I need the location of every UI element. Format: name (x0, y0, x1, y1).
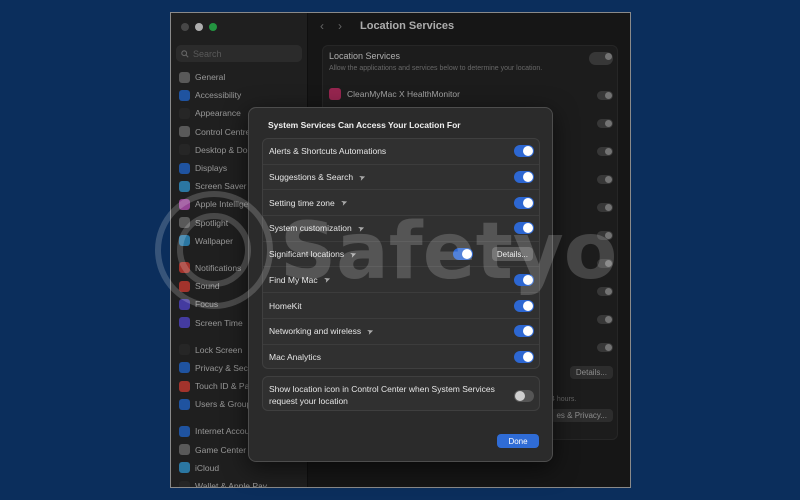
location-icon-toggle[interactable] (514, 390, 534, 402)
service-label: Significant locations (269, 249, 345, 260)
service-row: Alerts & Shortcuts Automations (263, 139, 539, 165)
service-label: Mac Analytics (269, 352, 321, 363)
location-arrow-icon: ➤ (348, 248, 359, 260)
service-label: HomeKit (269, 300, 302, 311)
service-toggle[interactable] (514, 299, 534, 312)
system-services-list: Alerts & Shortcuts Automations Suggestion… (262, 138, 540, 369)
service-row: Setting time zone ➤ (263, 190, 539, 217)
service-row: HomeKit (263, 293, 539, 319)
service-label: Networking and wireless (269, 326, 362, 337)
service-toggle[interactable] (514, 351, 534, 364)
service-toggle[interactable] (514, 196, 534, 209)
service-label: Setting time zone (269, 197, 335, 208)
service-row: Suggestions & Search ➤ (263, 165, 539, 191)
system-services-sheet: System Services Can Access Your Location… (248, 107, 553, 462)
service-label: Suggestions & Search (269, 172, 354, 183)
location-icon-option: Show location icon in Control Center whe… (262, 376, 540, 411)
service-toggle[interactable] (514, 145, 534, 158)
location-arrow-icon: ➤ (357, 171, 368, 183)
service-toggle[interactable] (514, 325, 534, 338)
service-toggle[interactable] (514, 222, 534, 235)
done-button[interactable]: Done (497, 434, 539, 448)
service-row: Networking and wireless ➤ (263, 319, 539, 345)
service-row: Significant locations ➤ Details... (263, 242, 539, 268)
details-button[interactable]: Details... (491, 247, 533, 262)
service-row: Mac Analytics (263, 345, 539, 371)
service-label: Find My Mac (269, 274, 318, 285)
location-arrow-icon: ➤ (365, 325, 376, 337)
service-row: Find My Mac ➤ (263, 268, 539, 294)
sheet-title: System Services Can Access Your Location… (268, 120, 461, 130)
location-icon-label: Show location icon in Control Center whe… (269, 384, 495, 406)
location-arrow-icon: ➤ (356, 223, 366, 234)
service-toggle[interactable] (453, 248, 473, 261)
location-arrow-icon: ➤ (339, 197, 349, 209)
service-toggle[interactable] (514, 273, 534, 286)
service-row: System customization ➤ (263, 216, 539, 242)
location-arrow-icon: ➤ (322, 274, 332, 286)
service-label: Alerts & Shortcuts Automations (269, 146, 387, 157)
service-toggle[interactable] (514, 171, 534, 184)
service-label: System customization (269, 223, 352, 234)
